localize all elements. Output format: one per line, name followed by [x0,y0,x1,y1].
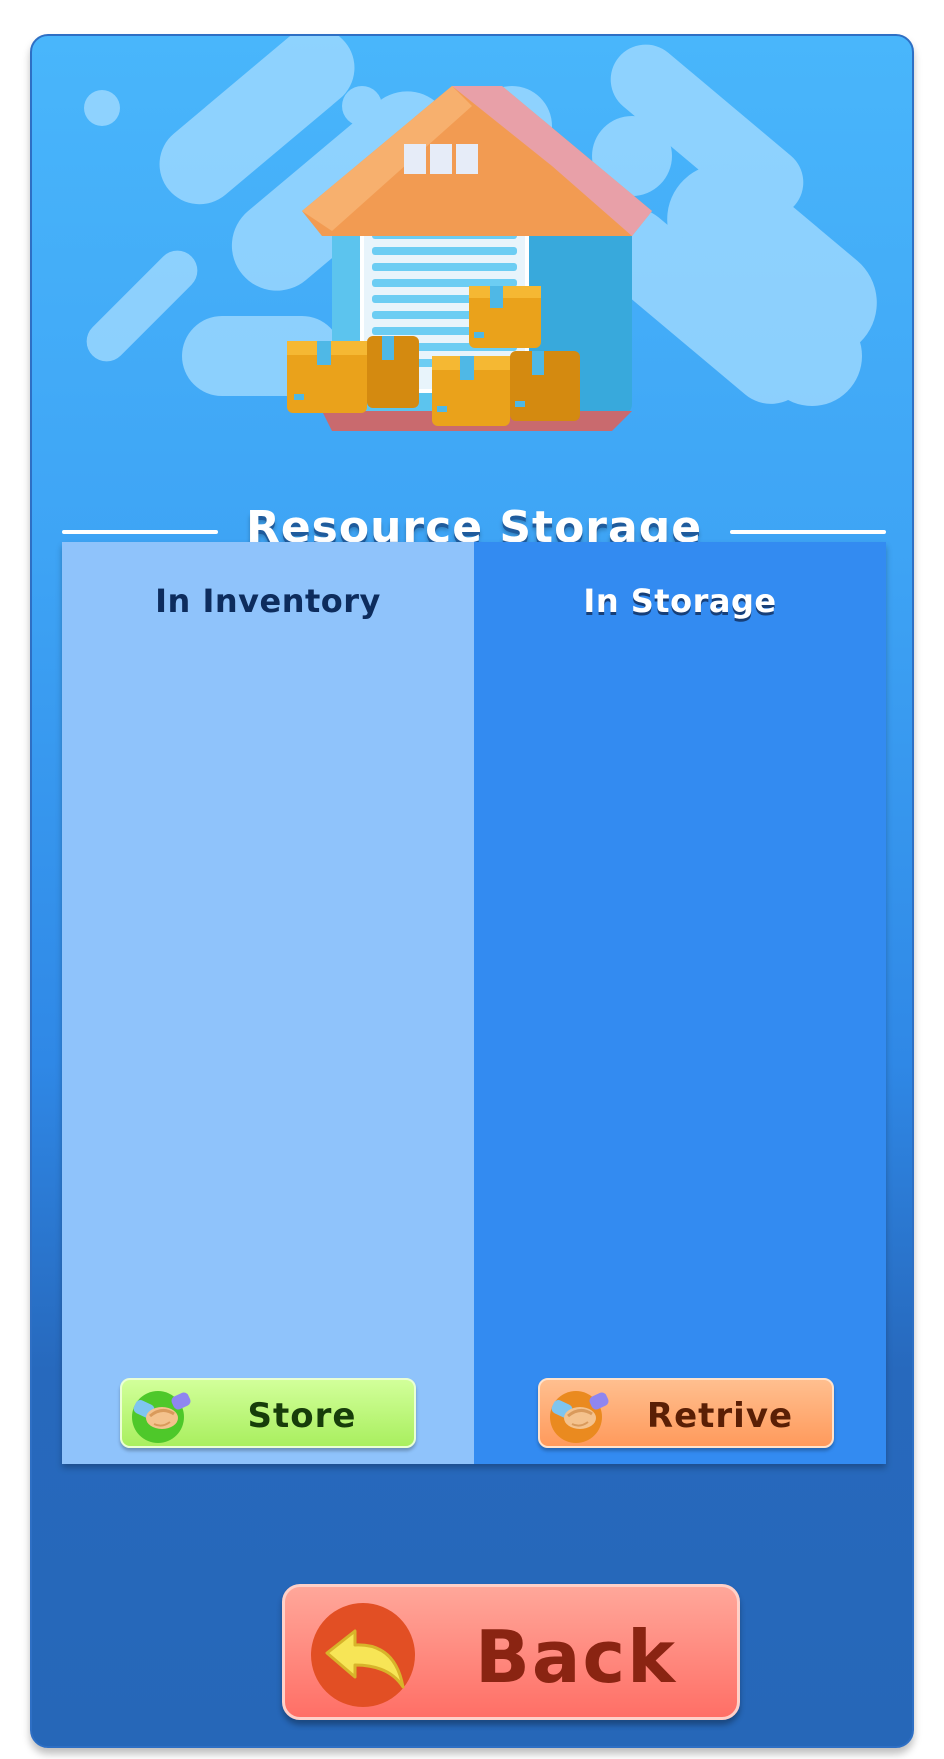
title-divider-right [730,530,886,534]
storage-column-title: In Storage [583,582,777,620]
retrive-button-label: Retrive [646,1396,794,1436]
storage-columns: In Inventory Store In Storage Retrive [62,542,886,1464]
handshake-icon [550,1391,609,1443]
storage-column: In Storage Retrive [474,542,886,1464]
store-button[interactable]: Store [120,1378,416,1448]
inventory-column-title: In Inventory [155,582,381,620]
handshake-icon [132,1391,191,1443]
back-arrow-icon [311,1603,415,1707]
retrive-button[interactable]: Retrive [538,1378,834,1448]
storage-panel: Resource Storage In Inventory Store In S… [30,34,914,1748]
back-button[interactable]: Back [282,1584,740,1720]
store-button-label: Store [247,1396,357,1436]
back-button-label: Back [474,1615,678,1699]
inventory-column: In Inventory Store [62,542,474,1464]
warehouse-illustration [84,36,877,431]
